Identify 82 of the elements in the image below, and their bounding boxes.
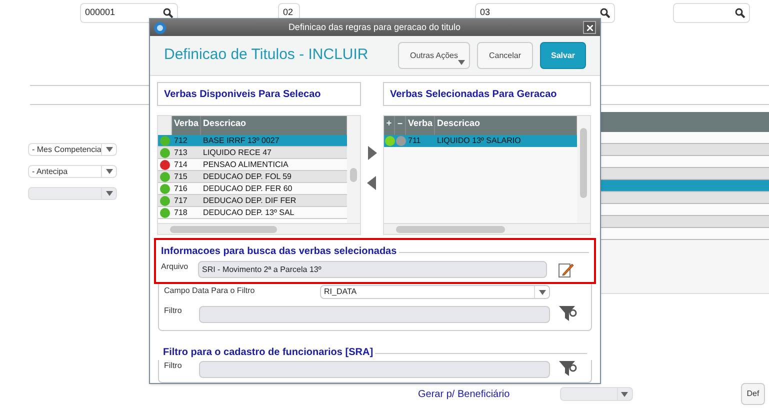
filter-icon[interactable] bbox=[558, 360, 578, 378]
search-icon[interactable] bbox=[600, 8, 610, 18]
table-cell-text: 714 bbox=[173, 158, 188, 170]
select-field[interactable]: RI_DATA bbox=[320, 285, 550, 299]
text-field[interactable] bbox=[673, 3, 750, 23]
field-label: Filtro bbox=[164, 360, 183, 372]
grid-row[interactable]: 711 LIQUIDO 13º SALARIO bbox=[384, 135, 577, 147]
table-cell-text: LIQUIDO RECE 47 bbox=[202, 146, 272, 158]
table-cell-text: DEDUCAO DEP. FOL 59 bbox=[202, 170, 292, 182]
column-header[interactable]: Verba bbox=[172, 116, 201, 135]
horizontal-scrollbar[interactable] bbox=[158, 223, 360, 234]
table-cell-text: 715 bbox=[173, 170, 188, 182]
grid-row[interactable]: 717 DEDUCAO DEP. DIF FER bbox=[158, 195, 347, 207]
caret-icon bbox=[458, 60, 465, 66]
grid-row[interactable]: 715 DEDUCAO DEP. FOL 59 bbox=[158, 171, 347, 183]
table-cell-text: BASE IRRF 13º 0027 bbox=[202, 134, 280, 146]
field-label: Filtro bbox=[164, 305, 183, 317]
table-cell-text: 713 bbox=[173, 146, 188, 158]
filter-field[interactable] bbox=[199, 360, 550, 378]
close-icon bbox=[586, 24, 592, 31]
table-cell-text: 711 bbox=[407, 135, 422, 147]
column-header[interactable]: + bbox=[384, 116, 395, 135]
arrow-right-icon[interactable] bbox=[367, 146, 377, 160]
column-header[interactable]: Descricao bbox=[201, 116, 347, 135]
field-label: Arquivo bbox=[161, 261, 190, 273]
vertical-scrollbar[interactable] bbox=[347, 116, 360, 223]
field-label: Campo Data Para o Filtro bbox=[164, 285, 256, 297]
table-cell-text: 716 bbox=[173, 182, 188, 194]
table-cell-text: 712 bbox=[173, 134, 188, 146]
table-cell-text: 717 bbox=[173, 194, 188, 206]
grid-row[interactable]: 714 PENSAO ALIMENTICIA bbox=[158, 159, 347, 171]
menu-button[interactable]: Outras Ações bbox=[398, 42, 470, 70]
table-row[interactable] bbox=[600, 204, 769, 216]
app-logo-icon bbox=[154, 22, 166, 34]
table-row[interactable] bbox=[600, 144, 769, 156]
filter-icon[interactable] bbox=[558, 305, 578, 323]
arrow-left-icon[interactable] bbox=[367, 176, 377, 190]
grid-row[interactable]: 716 DEDUCAO DEP. FER 60 bbox=[158, 183, 347, 195]
table-row[interactable] bbox=[600, 168, 769, 180]
edit-icon[interactable] bbox=[558, 262, 574, 278]
form-heading: Definicao de Titulos - INCLUIR bbox=[164, 45, 370, 66]
caret-icon bbox=[106, 147, 113, 152]
table-row[interactable] bbox=[600, 180, 769, 192]
search-icon[interactable] bbox=[735, 8, 745, 18]
field-label: Gerar p/ Beneficiário bbox=[418, 388, 510, 402]
select-field[interactable]: - Antecipa bbox=[28, 165, 117, 178]
close-button[interactable] bbox=[583, 21, 596, 34]
caret-icon bbox=[538, 290, 546, 294]
vertical-scrollbar[interactable] bbox=[577, 116, 590, 223]
header-corner bbox=[158, 116, 172, 135]
caret-icon bbox=[621, 392, 628, 396]
horizontal-scrollbar[interactable] bbox=[384, 223, 590, 234]
table-row[interactable] bbox=[600, 192, 769, 204]
panel-title: Verbas Disponiveis Para Selecao bbox=[157, 82, 361, 106]
search-icon[interactable] bbox=[163, 8, 173, 18]
panel-title: Verbas Selecionadas Para Geracao bbox=[383, 82, 591, 106]
table-row[interactable] bbox=[600, 132, 769, 144]
grid-row[interactable]: 712 BASE IRRF 13º 0027 bbox=[158, 135, 347, 147]
table-cell-text: DEDUCAO DEP. 13º SAL bbox=[202, 206, 296, 218]
table-row[interactable] bbox=[600, 228, 769, 240]
column-header[interactable]: Descricao bbox=[435, 116, 577, 135]
table-cell-text: DEDUCAO DEP. DIF FER bbox=[202, 194, 298, 206]
text-field[interactable]: SRI - Movimento 2ª a Parcela 13º bbox=[198, 261, 547, 278]
caret-icon bbox=[106, 169, 112, 174]
caret-icon bbox=[106, 191, 112, 196]
table-row[interactable] bbox=[600, 156, 769, 168]
table-cell-text: 718 bbox=[173, 206, 188, 218]
column-header[interactable]: – bbox=[395, 116, 406, 135]
grid-row[interactable]: 718 DEDUCAO DEP. 13º SAL bbox=[158, 207, 347, 219]
table-cell-text: LIQUIDO 13º SALARIO bbox=[436, 135, 522, 147]
table-cell-text: PENSAO ALIMENTICIA bbox=[202, 158, 290, 170]
group-title: Filtro para o cadastro de funcionarios [SRA] bbox=[163, 346, 374, 360]
grid-row[interactable]: 713 LIQUIDO RECE 47 bbox=[158, 147, 347, 159]
table-cell-text: DEDUCAO DEP. FER 60 bbox=[202, 182, 294, 194]
cancel-button[interactable]: Cancelar bbox=[477, 42, 533, 70]
column-header[interactable]: Verba bbox=[406, 116, 435, 135]
filter-field[interactable] bbox=[199, 306, 550, 322]
window-title: Definicao das regras para geracao do titulo bbox=[287, 20, 462, 34]
select-field[interactable]: - Mes Competencia bbox=[28, 143, 117, 156]
table-row[interactable] bbox=[600, 216, 769, 228]
action-button[interactable]: Def bbox=[740, 383, 766, 405]
group-title: Informacoes para busca das verbas selecionadas bbox=[161, 245, 398, 259]
